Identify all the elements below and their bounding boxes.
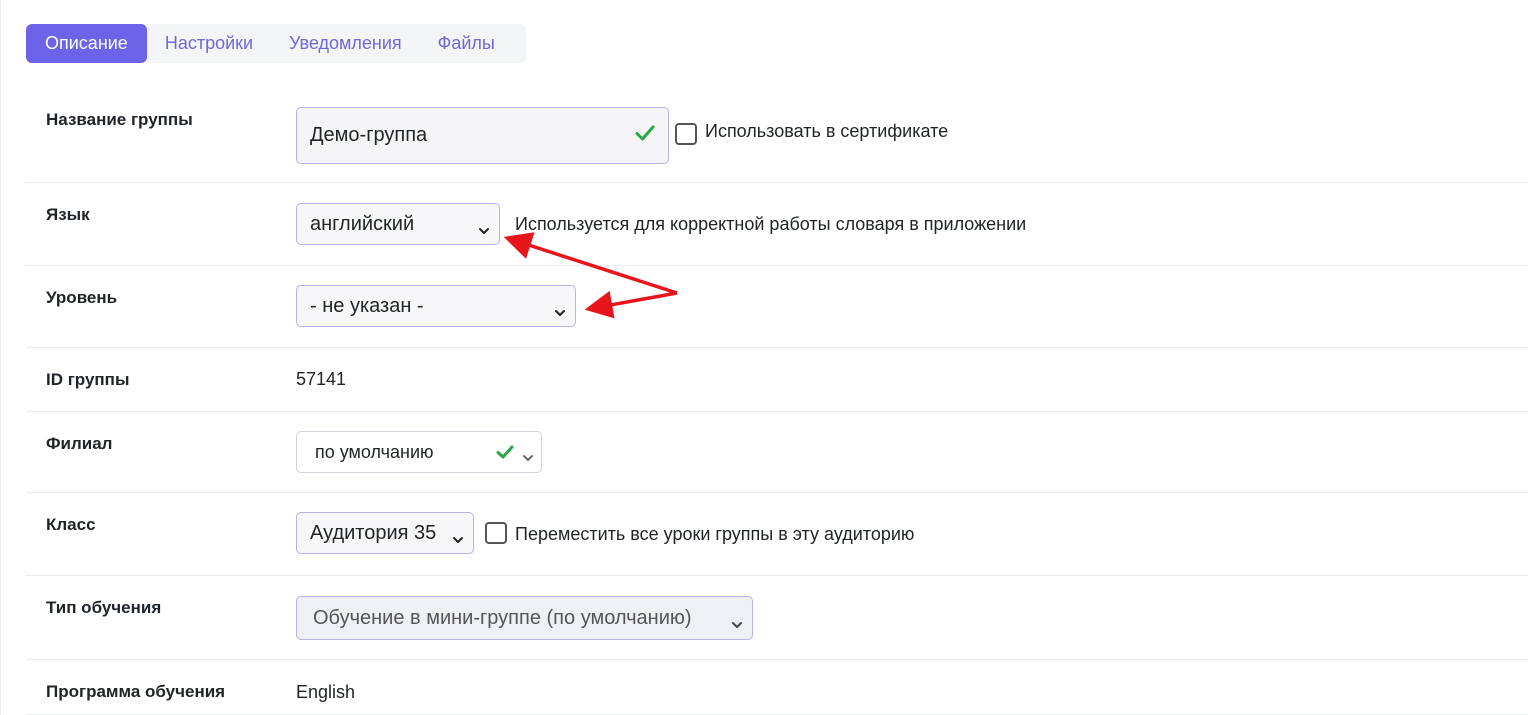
row-group-id: ID группы 57141 — [26, 348, 1528, 412]
chevron-down-icon — [731, 613, 743, 636]
move-lessons-checkbox[interactable] — [485, 522, 507, 544]
level-label: Уровень — [46, 288, 118, 307]
group-name-label: Название группы — [46, 110, 193, 129]
learning-type-label: Тип обучения — [46, 598, 162, 617]
branch-label: Филиал — [46, 434, 113, 453]
language-hint: Используется для корректной работы слова… — [515, 214, 1027, 234]
language-label: Язык — [46, 205, 90, 224]
check-icon — [495, 442, 515, 467]
level-value: - не указан - — [310, 294, 424, 317]
tab-description[interactable]: Описание — [26, 24, 147, 63]
row-group-name: Название группы Демо-группа Использовать… — [26, 88, 1528, 183]
group-name-input[interactable]: Демо-группа — [296, 107, 669, 164]
group-name-value: Демо-группа — [310, 124, 428, 146]
level-select[interactable]: - не указан - — [296, 285, 576, 327]
program-label: Программа обучения — [46, 682, 226, 701]
branch-value: по умолчанию — [315, 441, 434, 462]
row-branch: Филиал по умолчанию — [26, 412, 1528, 493]
tab-files[interactable]: Файлы — [420, 24, 513, 63]
branch-select[interactable]: по умолчанию — [296, 431, 542, 473]
chevron-down-icon — [478, 219, 490, 242]
chevron-down-icon — [452, 528, 464, 551]
row-level: Уровень - не указан - — [26, 266, 1528, 348]
tab-settings[interactable]: Настройки — [147, 24, 271, 63]
program-value: English — [296, 682, 356, 702]
move-lessons-label[interactable]: Переместить все уроки группы в эту аудит… — [515, 524, 914, 545]
tab-notifications[interactable]: Уведомления — [271, 24, 420, 63]
row-class: Класс Аудитория 35 Переместить все уроки… — [26, 493, 1528, 576]
chevron-down-icon — [554, 301, 566, 324]
language-select[interactable]: английский — [296, 203, 500, 245]
tab-bar: Описание Настройки Уведомления Файлы — [26, 24, 526, 63]
class-label: Класс — [46, 515, 96, 534]
group-id-label: ID группы — [46, 370, 130, 389]
row-program: Программа обучения English — [26, 660, 1528, 715]
language-value: английский — [310, 212, 415, 235]
row-learning-type: Тип обучения Обучение в мини-группе (по … — [26, 576, 1528, 660]
check-icon — [634, 122, 656, 150]
group-id-value: 57141 — [296, 369, 347, 389]
chevron-down-icon — [522, 447, 534, 468]
class-select[interactable]: Аудитория 35 — [296, 512, 474, 554]
class-value: Аудитория 35 — [310, 521, 437, 544]
left-border — [0, 0, 1, 715]
use-in-certificate-checkbox[interactable] — [675, 123, 697, 145]
learning-type-value: Обучение в мини-группе (по умолчанию) — [313, 606, 692, 629]
learning-type-select[interactable]: Обучение в мини-группе (по умолчанию) — [296, 596, 753, 640]
row-language: Язык английский Используется для коррект… — [26, 183, 1528, 266]
use-in-certificate-label[interactable]: Использовать в сертификате — [705, 121, 948, 142]
